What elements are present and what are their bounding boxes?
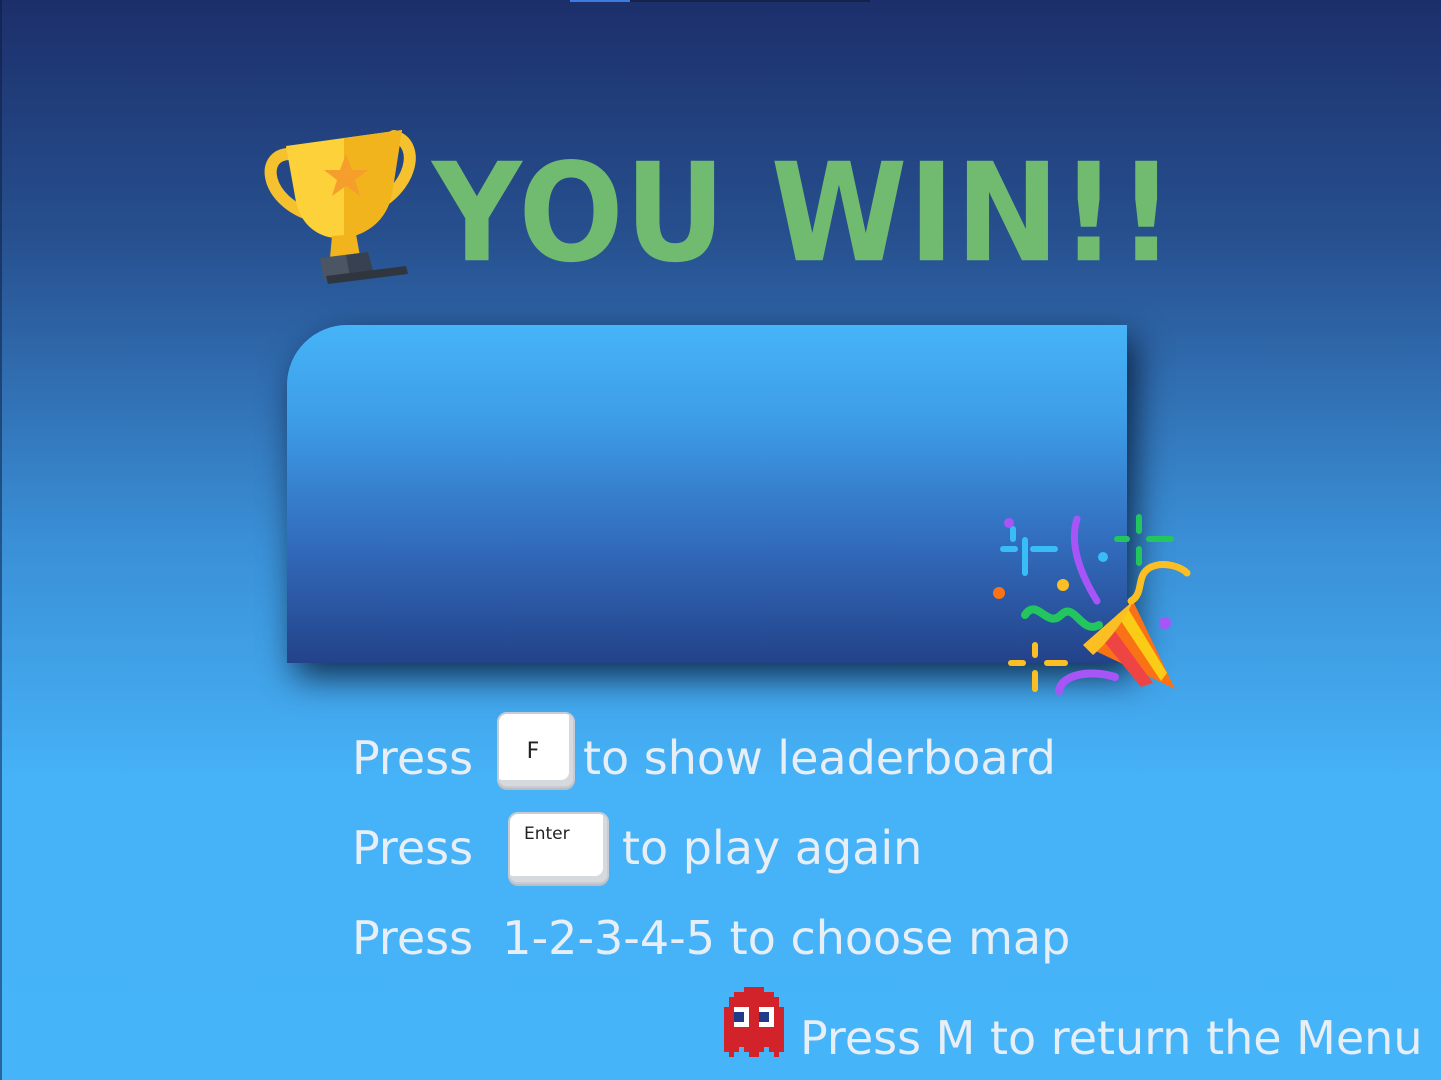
play-again-instruction-text: to play again: [622, 821, 923, 875]
trophy-icon: [264, 130, 416, 284]
menu-instruction: Press M to return the Menu: [800, 1011, 1423, 1065]
enter-key-icon: Enter: [508, 812, 609, 884]
choose-map-instruction: Press 1-2-3-4-5 to choose map: [352, 911, 1071, 965]
leaderboard-instruction-text: to show leaderboard: [583, 731, 1056, 785]
win-title: YOU WIN!!: [432, 134, 1176, 294]
top-progress-bar: [570, 0, 870, 2]
f-key-icon: F: [497, 712, 575, 788]
red-ghost-icon: [724, 987, 784, 1057]
party-popper-icon: [993, 514, 1191, 695]
leaderboard-press-label: Press: [352, 731, 474, 785]
top-progress-fill: [570, 0, 630, 2]
window-left-edge: [0, 0, 2, 1080]
play-again-press-label: Press: [352, 821, 474, 875]
